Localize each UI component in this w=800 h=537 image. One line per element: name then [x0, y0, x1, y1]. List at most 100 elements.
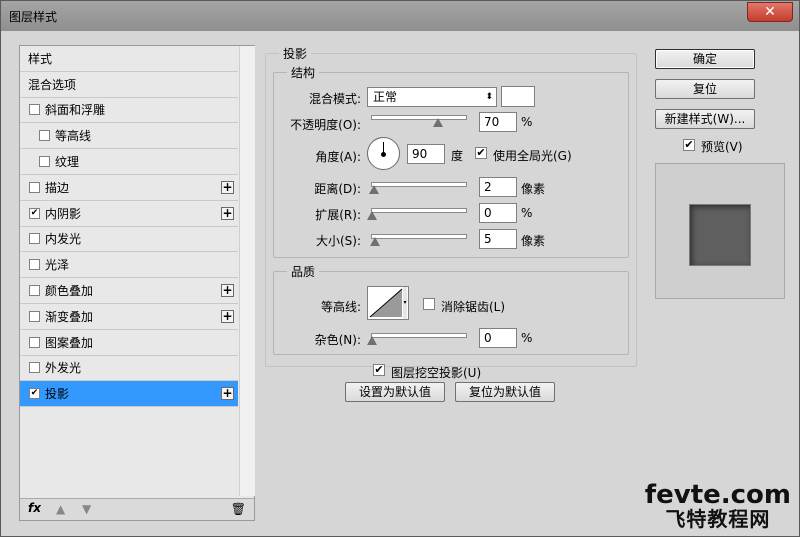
global-light-checkbox[interactable]: ✔ [475, 147, 487, 159]
style-list-label: 描边 [45, 180, 70, 195]
style-list-item[interactable]: 样式 [20, 46, 238, 72]
angle-unit: 度 [451, 149, 464, 163]
fx-button[interactable]: fx [28, 501, 41, 515]
shadow-color-swatch[interactable] [501, 86, 535, 107]
noise-value: 0 [484, 331, 492, 345]
style-checkbox[interactable]: ✔ [29, 388, 40, 400]
spread-input[interactable]: 0 [479, 203, 517, 223]
style-list-item[interactable]: 内发光 [20, 226, 238, 253]
spread-slider[interactable] [371, 208, 467, 213]
style-list-label: 内发光 [45, 232, 82, 247]
distance-label: 距离(D): [314, 182, 361, 196]
layer-style-dialog: 图层样式 ✕ 样式混合选项斜面和浮雕 等高线纹理描边 + ✔ 内阴影 + 内发光光泽 颜色叠加… [0, 0, 800, 537]
style-list-item[interactable]: 纹理 [20, 149, 238, 175]
new-style-button[interactable]: 新建样式(W)... [655, 109, 755, 129]
style-list-label: 内阴影 [45, 206, 82, 221]
add-effect-icon[interactable]: + [221, 206, 234, 220]
preview-swatch [689, 204, 751, 266]
style-list-label: 投影 [45, 387, 70, 402]
size-input[interactable]: 5 [479, 229, 517, 249]
style-checkbox[interactable] [29, 310, 40, 322]
style-list: 样式混合选项斜面和浮雕 等高线纹理描边 + ✔ 内阴影 + 内发光光泽 颜色叠加 + 渐变叠加 + 图… [20, 46, 238, 408]
distance-value: 2 [484, 180, 492, 194]
style-list-item[interactable]: 外发光 [20, 355, 238, 382]
opacity-slider[interactable] [371, 115, 467, 120]
style-checkbox[interactable] [39, 156, 50, 168]
style-list-item[interactable]: 图案叠加 [20, 329, 238, 356]
add-effect-icon[interactable]: + [221, 387, 234, 401]
close-button[interactable]: ✕ [747, 2, 793, 22]
drop-shadow-title: 投影 [279, 45, 312, 62]
noise-unit: % [521, 331, 533, 345]
noise-input[interactable]: 0 [479, 328, 517, 348]
add-effect-icon[interactable]: + [221, 180, 234, 194]
watermark: fevte.com 飞特教程网 [645, 482, 791, 530]
angle-input[interactable]: 90 [407, 144, 445, 164]
size-slider[interactable] [371, 234, 467, 239]
style-checkbox[interactable] [29, 336, 40, 348]
title-bar[interactable]: 图层样式 ✕ [1, 1, 799, 31]
spread-slider-thumb[interactable] [367, 211, 377, 220]
blend-mode-value: 正常 [373, 90, 398, 104]
style-list-label: 外发光 [45, 361, 82, 376]
style-list-label: 纹理 [55, 155, 80, 170]
distance-input[interactable]: 2 [479, 177, 517, 197]
style-list-label: 渐变叠加 [45, 309, 94, 324]
list-footer: fx ▲ ▼ 🗑 [20, 498, 254, 520]
style-list-item[interactable]: 渐变叠加 + [20, 303, 238, 330]
global-light-label[interactable]: 使用全局光(G) [493, 147, 572, 164]
angle-dial[interactable] [367, 137, 400, 170]
blend-mode-dropdown[interactable]: 正常 ⬍ [367, 87, 497, 107]
noise-slider[interactable] [371, 333, 467, 338]
style-checkbox[interactable] [29, 259, 40, 271]
style-list-item[interactable]: ✔ 内阴影 + [20, 200, 238, 227]
contour-picker[interactable] [367, 286, 409, 320]
style-list-item[interactable]: 颜色叠加 + [20, 278, 238, 304]
knockout-label[interactable]: 图层挖空投影(U) [391, 364, 481, 381]
style-checkbox[interactable] [29, 285, 40, 297]
style-list-label: 混合选项 [28, 77, 77, 92]
style-list-item[interactable]: 斜面和浮雕 [20, 97, 238, 124]
size-slider-thumb[interactable] [370, 237, 380, 246]
contour-label: 等高线: [320, 300, 361, 314]
knockout-checkbox[interactable]: ✔ [373, 364, 385, 376]
spread-unit: % [521, 206, 533, 220]
style-list-item[interactable]: 描边 + [20, 174, 238, 201]
style-checkbox[interactable] [29, 233, 40, 245]
style-checkbox[interactable] [29, 181, 40, 193]
style-list-panel: 样式混合选项斜面和浮雕 等高线纹理描边 + ✔ 内阴影 + 内发光光泽 颜色叠加 + 渐变叠加 + 图… [19, 45, 255, 521]
antialias-checkbox[interactable] [423, 298, 435, 310]
style-checkbox[interactable] [29, 104, 40, 116]
style-checkbox[interactable] [29, 362, 40, 374]
add-effect-icon[interactable]: + [221, 309, 234, 323]
noise-slider-thumb[interactable] [367, 336, 377, 345]
preview-label[interactable]: 预览(V) [701, 138, 743, 155]
angle-value: 90 [412, 147, 428, 161]
reset-button[interactable]: 复位 [655, 79, 755, 99]
dialog-content: 样式混合选项斜面和浮雕 等高线纹理描边 + ✔ 内阴影 + 内发光光泽 颜色叠加 + 渐变叠加 + 图… [9, 33, 791, 530]
style-list-item[interactable]: 混合选项 [20, 71, 238, 98]
dropdown-arrow-icon: ⬍ [485, 92, 493, 102]
reset-default-button[interactable]: 复位为默认值 [455, 382, 555, 402]
trash-icon[interactable]: 🗑 [231, 502, 246, 516]
ok-button[interactable]: 确定 [655, 49, 755, 69]
add-effect-icon[interactable]: + [221, 284, 234, 298]
style-checkbox[interactable]: ✔ [29, 207, 40, 219]
opacity-input[interactable]: 70 [479, 112, 517, 132]
noise-label: 杂色(N): [314, 333, 361, 347]
make-default-button[interactable]: 设置为默认值 [345, 382, 445, 402]
style-checkbox[interactable] [39, 130, 50, 142]
list-scrollbar[interactable] [239, 46, 255, 496]
opacity-slider-thumb[interactable] [433, 118, 443, 127]
move-down-icon[interactable]: ▼ [82, 502, 91, 516]
distance-slider[interactable] [371, 182, 467, 187]
style-list-item[interactable]: ✔ 投影 + [20, 381, 238, 408]
move-up-icon[interactable]: ▲ [56, 502, 65, 516]
watermark-line2: 飞特教程网 [665, 507, 771, 531]
style-list-item[interactable]: 光泽 [20, 252, 238, 279]
antialias-label[interactable]: 消除锯齿(L) [441, 298, 505, 315]
preview-checkbox[interactable]: ✔ [683, 139, 695, 151]
style-list-item[interactable]: 等高线 [20, 123, 238, 150]
distance-slider-thumb[interactable] [369, 185, 379, 194]
opacity-value: 70 [484, 115, 500, 129]
